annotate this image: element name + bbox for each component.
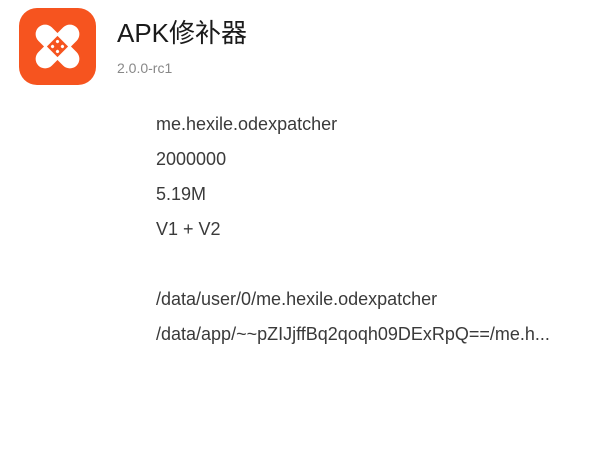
package-name: me.hexile.odexpatcher xyxy=(156,114,338,134)
app-version: 2.0.0-rc1 xyxy=(117,60,173,76)
app-title: APK修补器 xyxy=(117,18,248,48)
apk-path: /data/app/~~pZIJjffBq2qoqh09DExRpQ==/me.… xyxy=(156,324,550,344)
app-info-list: me.hexile.odexpatcher 2000000 5.19M V1 +… xyxy=(156,112,602,357)
apk-size: 5.19M xyxy=(156,184,207,204)
bandage-patch-icon xyxy=(35,24,80,69)
version-code: 2000000 xyxy=(156,149,227,169)
data-directory: /data/user/0/me.hexile.odexpatcher xyxy=(156,289,438,309)
signature-scheme: V1 + V2 xyxy=(156,219,221,239)
app-icon xyxy=(19,8,96,85)
empty-row xyxy=(156,252,602,287)
